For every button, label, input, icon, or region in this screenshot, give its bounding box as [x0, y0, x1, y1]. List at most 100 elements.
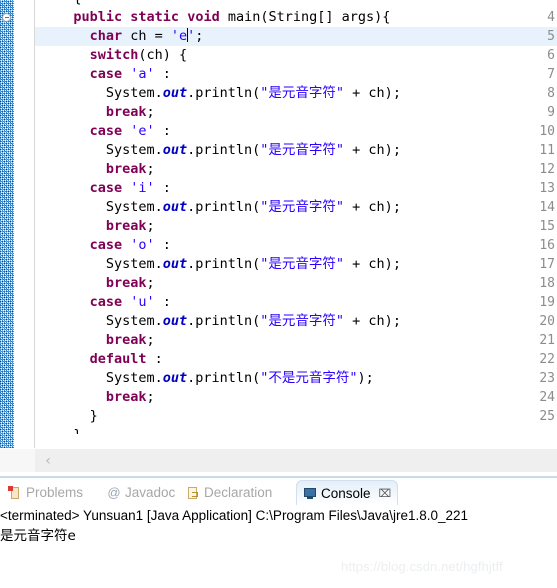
code-token: ;: [146, 161, 155, 177]
code-token: ;: [195, 28, 204, 44]
code-token: :: [154, 123, 171, 139]
declaration-icon: [186, 486, 200, 500]
code-token: break: [105, 161, 147, 177]
code-line: default :: [90, 350, 163, 369]
tab-problems[interactable]: Problems: [2, 480, 89, 505]
tab-console[interactable]: Console ⌧: [296, 480, 399, 505]
code-token: ;: [146, 332, 155, 348]
code-line: System.out.println("是元音字符" + ch);: [106, 84, 401, 103]
tab-javadoc[interactable]: @ Javadoc: [101, 480, 181, 505]
tab-label: Declaration: [204, 485, 273, 500]
code-token: :: [154, 237, 171, 253]
code-token: void: [187, 9, 220, 25]
code-token: 'a': [130, 66, 155, 82]
code-token: );: [357, 370, 374, 386]
code-token: System.: [105, 370, 163, 386]
code-token: .println(: [187, 142, 261, 158]
code-token: System.: [105, 313, 163, 329]
code-token: break: [105, 218, 147, 234]
code-token: out: [162, 256, 188, 272]
annotation-ruler[interactable]: [0, 0, 14, 448]
problems-icon: [8, 485, 22, 500]
code-line-partial: {: [73, 0, 81, 8]
code-token: :: [146, 351, 163, 367]
code-line: switch(ch) {: [90, 46, 188, 65]
code-line: case 'o' :: [90, 236, 171, 255]
code-token: }: [89, 408, 98, 424]
code-token: "是元音字符": [260, 256, 345, 272]
code-line: case 'e' :: [90, 122, 171, 141]
code-text-area[interactable]: {public static void main(String[] args){…: [49, 0, 557, 448]
code-token: char: [89, 28, 123, 44]
code-token: + ch);: [344, 142, 401, 158]
console-icon: [303, 486, 317, 500]
code-token: case: [89, 66, 123, 82]
code-token: "是元音字符": [260, 313, 345, 329]
code-token: out: [162, 85, 188, 101]
code-token: break: [105, 275, 147, 291]
code-token: break: [105, 389, 147, 405]
code-token: break: [105, 104, 147, 120]
code-token: break: [105, 332, 147, 348]
code-token: }: [73, 427, 82, 443]
code-line: break;: [106, 388, 155, 407]
code-token: switch: [89, 47, 139, 63]
code-token: out: [162, 199, 188, 215]
code-token: default: [89, 351, 147, 367]
close-icon[interactable]: ⌧: [379, 487, 392, 500]
code-token: case: [89, 123, 123, 139]
code-token: 'e: [170, 28, 188, 44]
tab-label: Problems: [26, 485, 84, 500]
code-token: + ch);: [344, 85, 401, 101]
code-line: case 'u' :: [90, 293, 171, 312]
code-token: "是元音字符": [260, 142, 345, 158]
code-token: out: [162, 142, 188, 158]
code-token: 'e': [130, 123, 155, 139]
javadoc-icon: @: [107, 484, 121, 500]
code-line: System.out.println("是元音字符" + ch);: [106, 255, 401, 274]
code-token: .println(: [187, 256, 261, 272]
editor-horizontal-scrollbar[interactable]: ‹: [0, 448, 557, 473]
code-token: case: [89, 237, 123, 253]
code-line: break;: [106, 274, 155, 293]
code-token: 'u': [130, 294, 155, 310]
code-token: .println(: [187, 370, 261, 386]
tab-declaration[interactable]: Declaration: [180, 480, 278, 505]
code-token: :: [154, 180, 171, 196]
code-token: .println(: [187, 85, 261, 101]
code-token: out: [162, 313, 188, 329]
tab-label: Javadoc: [125, 485, 176, 500]
fold-collapse-icon[interactable]: [2, 13, 11, 22]
code-line: System.out.println("是元音字符" + ch);: [106, 198, 401, 217]
code-line: break;: [106, 160, 155, 179]
code-token: System.: [105, 85, 163, 101]
code-line: case 'a' :: [90, 65, 171, 84]
code-token: + ch);: [344, 199, 401, 215]
code-token: 'i': [130, 180, 155, 196]
view-tab-bar: Problems @ Javadoc Declaration Console ⌧: [0, 478, 557, 505]
code-line: break;: [106, 103, 155, 122]
console-output-area[interactable]: <terminated> Yunsuan1 [Java Application]…: [0, 505, 557, 588]
code-token: + ch);: [344, 313, 401, 329]
code-editor[interactable]: 45678910111213141516171819202122232425 {…: [0, 0, 557, 448]
tab-label: Console: [321, 485, 371, 501]
scrollbar-track[interactable]: [35, 449, 557, 473]
code-line: }: [73, 426, 82, 443]
code-line: char ch = 'e';: [89, 27, 204, 46]
code-token: System.: [105, 142, 163, 158]
code-token: :: [154, 66, 171, 82]
code-line: break;: [106, 331, 155, 350]
code-token: ;: [146, 389, 155, 405]
code-token: ch =: [122, 28, 171, 44]
code-line: public static void main(String[] args){: [73, 8, 390, 27]
scroll-left-arrow-icon[interactable]: ‹: [42, 454, 54, 468]
code-token: main(String[] args){: [219, 9, 391, 25]
code-token: static: [130, 9, 180, 25]
code-line: break;: [106, 217, 155, 236]
code-token: out: [162, 370, 188, 386]
folding-ruler[interactable]: [35, 0, 49, 448]
code-token: "是元音字符": [260, 85, 345, 101]
code-token: + ch);: [344, 256, 401, 272]
code-token: ;: [146, 275, 155, 291]
